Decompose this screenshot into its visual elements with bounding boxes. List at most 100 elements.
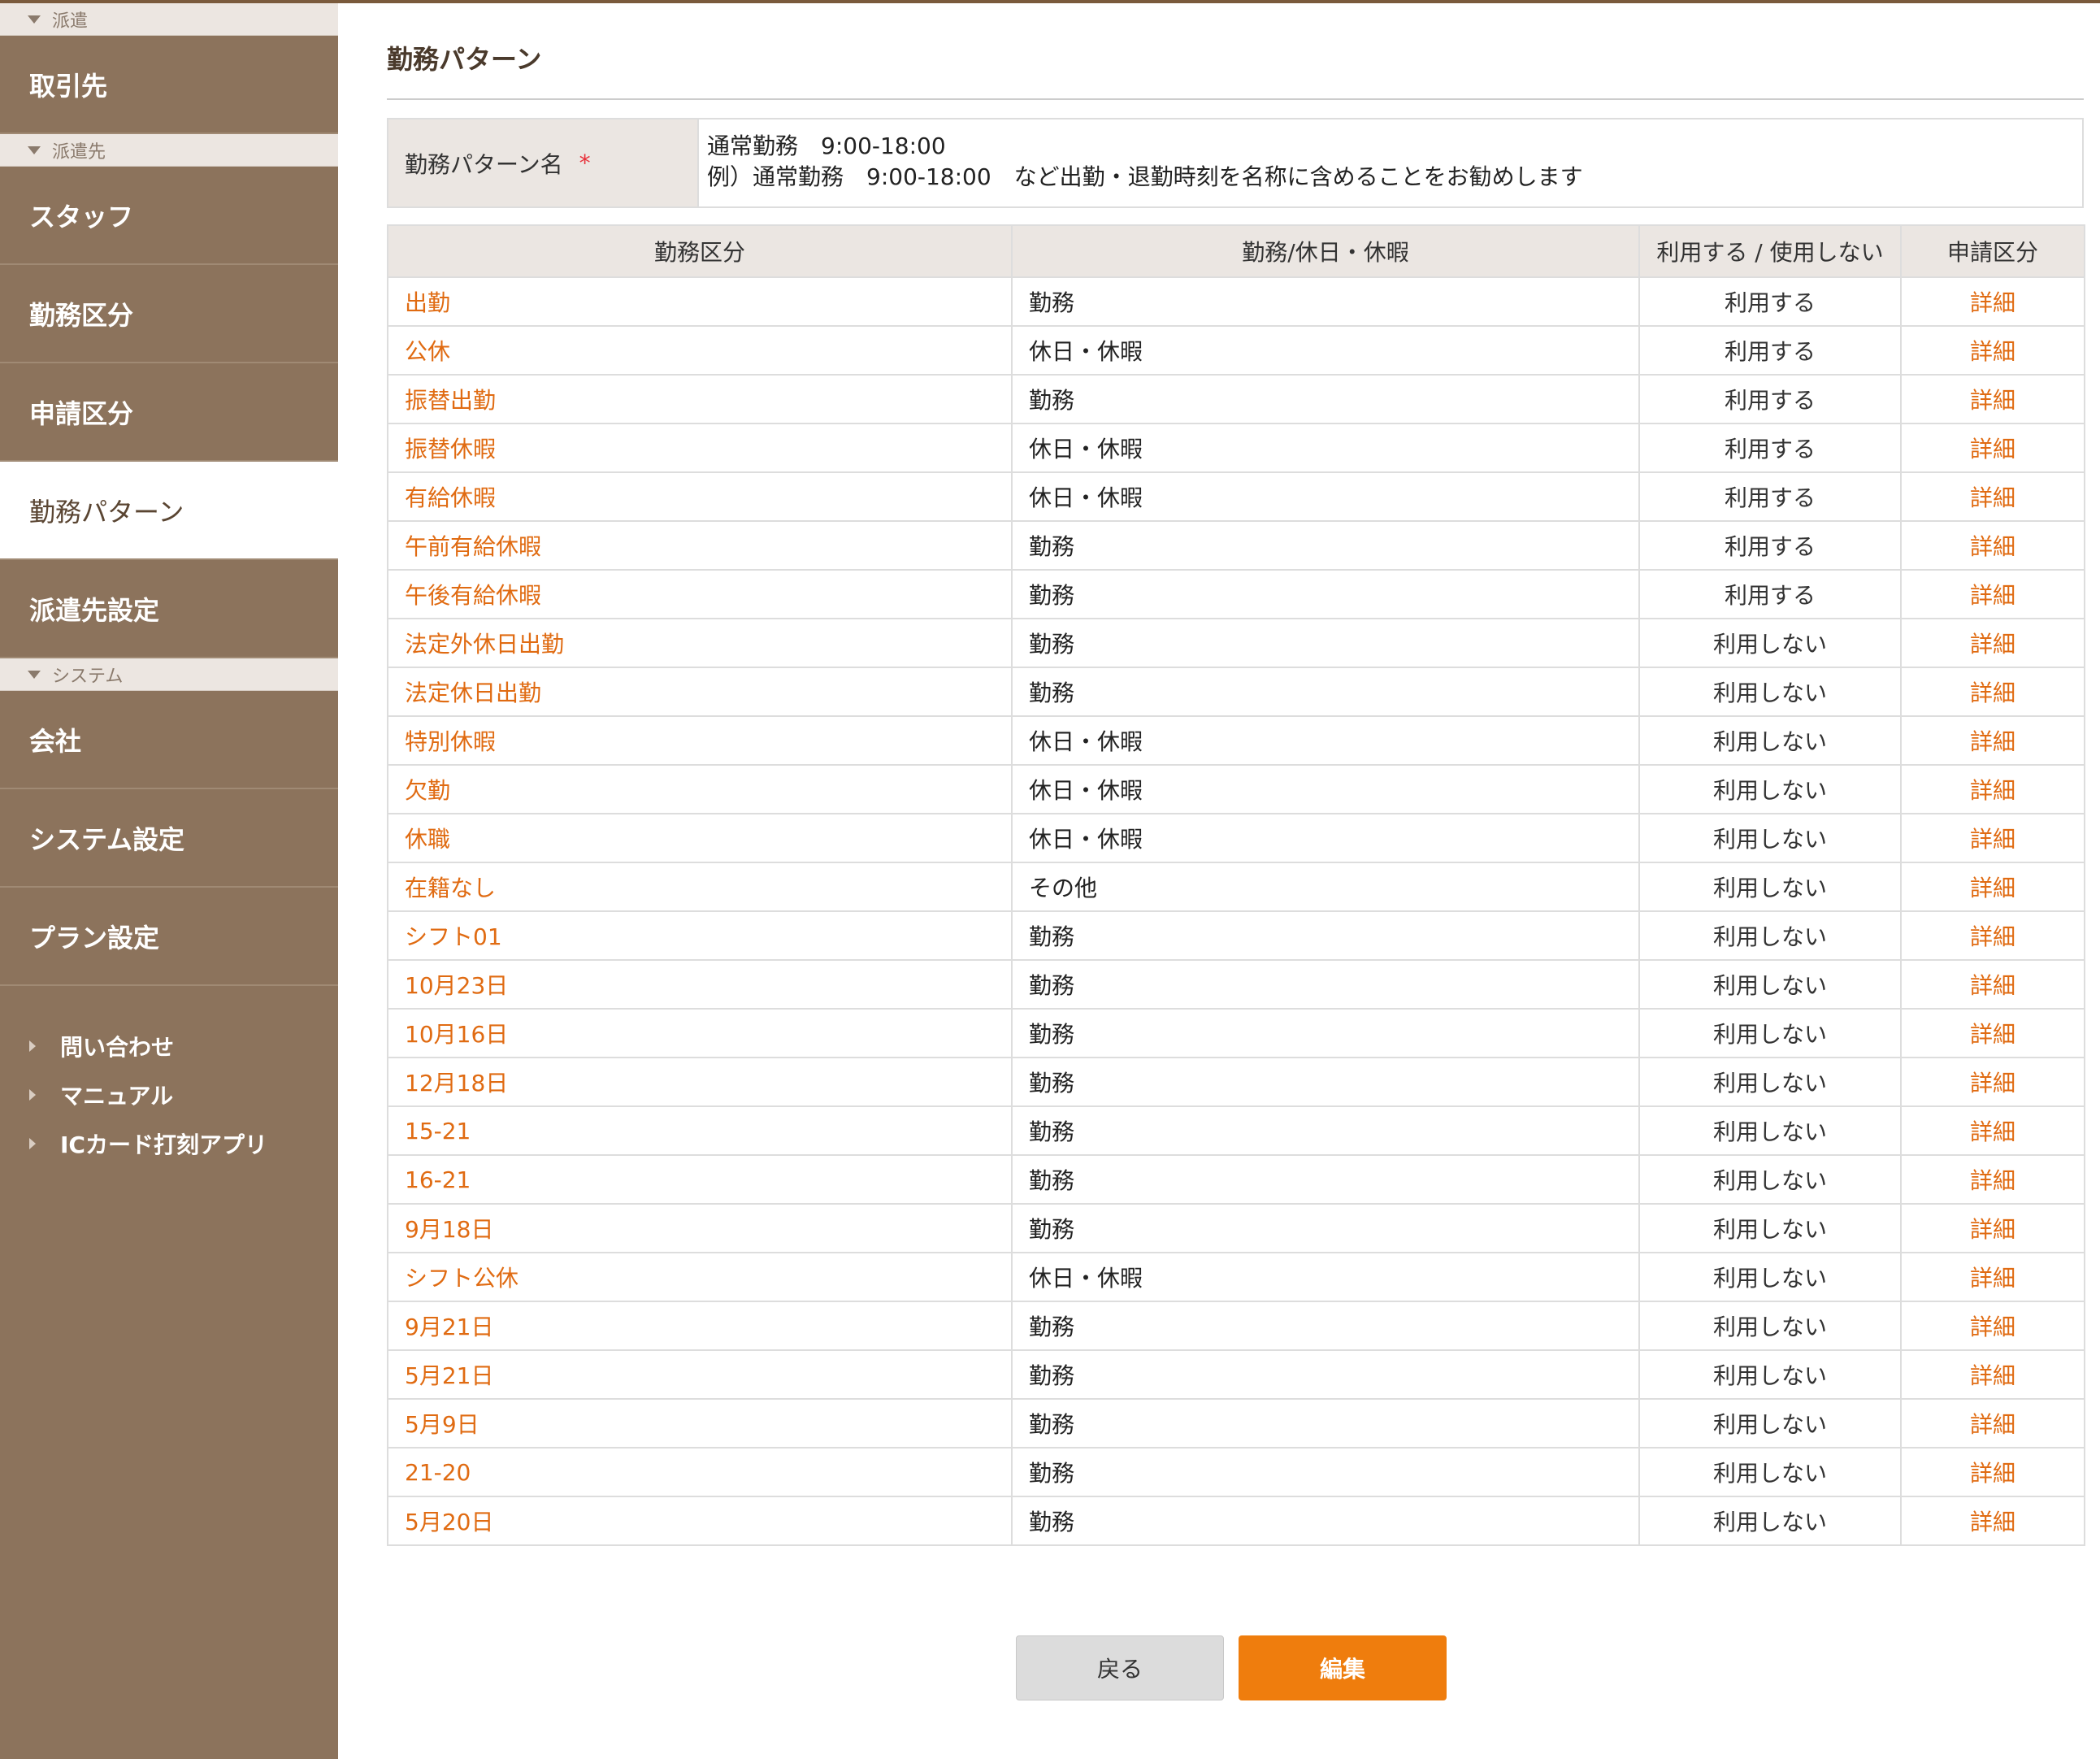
detail-link[interactable]: 詳細: [1900, 1301, 2085, 1351]
sidebar-item-label: システム設定: [29, 823, 185, 855]
work-category-link[interactable]: 振替休暇: [387, 423, 1013, 473]
sidebar-item[interactable]: 会社: [0, 691, 338, 789]
work-category-link[interactable]: 出勤: [387, 276, 1013, 327]
pattern-name-label: 勤務パターン名 *: [388, 119, 699, 206]
use-status: 利用しない: [1638, 862, 1902, 912]
table-row: 振替出勤 勤務 利用する 詳細: [387, 374, 2085, 424]
work-holiday-type: 勤務: [1011, 1203, 1640, 1253]
work-holiday-type: 勤務: [1011, 1398, 1640, 1448]
table-row: 休職 休日・休暇 利用しない 詳細: [387, 813, 2085, 863]
pattern-name-value: 通常勤務 9:00-18:00: [707, 132, 946, 159]
detail-link[interactable]: 詳細: [1900, 1349, 2085, 1400]
detail-link[interactable]: 詳細: [1900, 862, 2085, 912]
pattern-name-hint: 例）通常勤務 9:00-18:00 など出勤・退勤時刻を名称に含めることをお勧め…: [707, 163, 1583, 190]
work-category-link[interactable]: 21-20: [387, 1447, 1013, 1497]
detail-link[interactable]: 詳細: [1900, 1252, 2085, 1302]
sidebar-item[interactable]: 取引先: [0, 36, 338, 134]
sidebar-section-header[interactable]: 派遣: [0, 3, 338, 36]
detail-link[interactable]: 詳細: [1900, 471, 2085, 522]
detail-link[interactable]: 詳細: [1900, 618, 2085, 668]
pattern-name-label-text: 勤務パターン名: [405, 150, 563, 178]
work-category-link[interactable]: 5月9日: [387, 1398, 1013, 1448]
work-category-link[interactable]: 9月21日: [387, 1301, 1013, 1351]
work-category-link[interactable]: 午前有給休暇: [387, 520, 1013, 571]
work-category-link[interactable]: 振替出勤: [387, 374, 1013, 424]
use-status: 利用しない: [1638, 1349, 1902, 1400]
detail-link[interactable]: 詳細: [1900, 569, 2085, 619]
detail-link[interactable]: 詳細: [1900, 423, 2085, 473]
edit-button[interactable]: 編集: [1239, 1635, 1447, 1700]
detail-link[interactable]: 詳細: [1900, 959, 2085, 1010]
detail-link[interactable]: 詳細: [1900, 1057, 2085, 1107]
work-holiday-type: 休日・休暇: [1011, 471, 1640, 522]
sidebar-link[interactable]: マニュアル: [0, 1071, 338, 1119]
sidebar-links: 問い合わせ マニュアル ICカード打刻アプリ: [0, 986, 338, 1168]
work-category-link[interactable]: 法定外休日出勤: [387, 618, 1013, 668]
work-category-link[interactable]: 5月21日: [387, 1349, 1013, 1400]
detail-link[interactable]: 詳細: [1900, 910, 2085, 961]
work-holiday-type: 休日・休暇: [1011, 325, 1640, 376]
detail-link[interactable]: 詳細: [1900, 1154, 2085, 1205]
use-status: 利用する: [1638, 423, 1902, 473]
detail-link[interactable]: 詳細: [1900, 325, 2085, 376]
detail-link[interactable]: 詳細: [1900, 374, 2085, 424]
work-category-link[interactable]: 有給休暇: [387, 471, 1013, 522]
sidebar-item[interactable]: プラン設定: [0, 888, 338, 986]
work-holiday-type: その他: [1011, 862, 1640, 912]
work-category-link[interactable]: 10月23日: [387, 959, 1013, 1010]
detail-link[interactable]: 詳細: [1900, 520, 2085, 571]
work-category-link[interactable]: 9月18日: [387, 1203, 1013, 1253]
work-category-link[interactable]: シフト01: [387, 910, 1013, 961]
sidebar-item[interactable]: 派遣先設定: [0, 560, 338, 658]
detail-link[interactable]: 詳細: [1900, 1496, 2085, 1546]
back-button[interactable]: 戻る: [1016, 1635, 1224, 1700]
work-category-link[interactable]: 公休: [387, 325, 1013, 376]
sidebar-item[interactable]: 勤務パターン: [0, 462, 338, 560]
use-status: 利用しない: [1638, 1447, 1902, 1497]
sidebar-item[interactable]: スタッフ: [0, 167, 338, 265]
detail-link[interactable]: 詳細: [1900, 764, 2085, 814]
triangle-down-icon: [28, 15, 41, 24]
work-category-link[interactable]: 15-21: [387, 1105, 1013, 1156]
work-category-link[interactable]: 在籍なし: [387, 862, 1013, 912]
work-category-link[interactable]: 16-21: [387, 1154, 1013, 1205]
triangle-right-icon: [29, 1040, 36, 1052]
header-use-status: 利用する / 使用しない: [1638, 224, 1902, 278]
detail-link[interactable]: 詳細: [1900, 1447, 2085, 1497]
sidebar-section-header[interactable]: システム: [0, 658, 338, 691]
triangle-right-icon: [29, 1138, 36, 1149]
work-holiday-type: 休日・休暇: [1011, 764, 1640, 814]
work-holiday-type: 勤務: [1011, 276, 1640, 327]
detail-link[interactable]: 詳細: [1900, 667, 2085, 717]
detail-link[interactable]: 詳細: [1900, 1105, 2085, 1156]
work-category-link[interactable]: 法定休日出勤: [387, 667, 1013, 717]
work-category-link[interactable]: 10月16日: [387, 1008, 1013, 1058]
sidebar-item-label: 取引先: [29, 70, 108, 102]
sidebar-section-header[interactable]: 派遣先: [0, 134, 338, 167]
sidebar-link[interactable]: 問い合わせ: [0, 1022, 338, 1071]
detail-link[interactable]: 詳細: [1900, 1203, 2085, 1253]
table-row: 欠勤 休日・休暇 利用しない 詳細: [387, 764, 2085, 814]
work-category-link[interactable]: 午後有給休暇: [387, 569, 1013, 619]
work-category-link[interactable]: 欠勤: [387, 764, 1013, 814]
detail-link[interactable]: 詳細: [1900, 1398, 2085, 1448]
pattern-name-value-area: 通常勤務 9:00-18:00 例）通常勤務 9:00-18:00 など出勤・退…: [699, 119, 1591, 206]
work-holiday-type: 休日・休暇: [1011, 813, 1640, 863]
detail-link[interactable]: 詳細: [1900, 715, 2085, 766]
detail-link[interactable]: 詳細: [1900, 813, 2085, 863]
sidebar-item[interactable]: システム設定: [0, 789, 338, 888]
work-holiday-type: 勤務: [1011, 667, 1640, 717]
work-category-link[interactable]: シフト公休: [387, 1252, 1013, 1302]
table-row: 21-20 勤務 利用しない 詳細: [387, 1447, 2085, 1497]
sidebar-item[interactable]: 勤務区分: [0, 265, 338, 363]
work-category-link[interactable]: 特別休暇: [387, 715, 1013, 766]
work-category-link[interactable]: 5月20日: [387, 1496, 1013, 1546]
work-category-link[interactable]: 休職: [387, 813, 1013, 863]
sidebar-link[interactable]: ICカード打刻アプリ: [0, 1119, 338, 1168]
detail-link[interactable]: 詳細: [1900, 1008, 2085, 1058]
work-pattern-table: 勤務区分 勤務/休日・休暇 利用する / 使用しない 申請区分 出勤 勤務 利用する…: [387, 224, 2085, 1546]
use-status: 利用しない: [1638, 1301, 1902, 1351]
work-category-link[interactable]: 12月18日: [387, 1057, 1013, 1107]
sidebar-item[interactable]: 申請区分: [0, 363, 338, 462]
detail-link[interactable]: 詳細: [1900, 276, 2085, 327]
